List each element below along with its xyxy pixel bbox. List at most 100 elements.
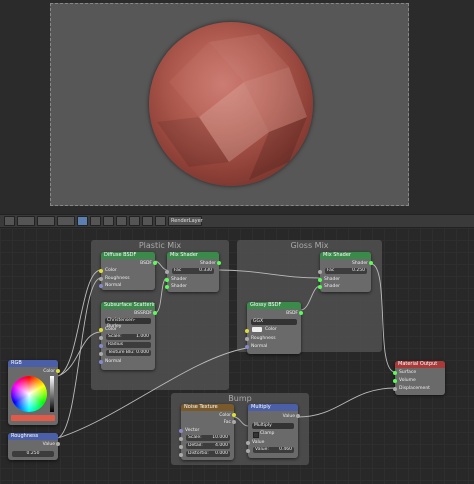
distortion-field[interactable]: Distortio: 0.000 [186, 451, 230, 457]
input-label: Roughness [105, 276, 130, 281]
field-value: 10.000 [212, 435, 228, 440]
render-layer-field[interactable]: RenderLayer [168, 216, 203, 226]
detail-field[interactable]: Detail: 4.000 [186, 443, 230, 449]
input-socket[interactable] [246, 441, 250, 445]
world-icon[interactable] [103, 216, 114, 226]
node-rgb[interactable]: RGB Color [8, 360, 60, 425]
field-label: Detail: [188, 443, 203, 448]
falloff-dropdown[interactable]: Christensen-Burley [105, 318, 151, 329]
fac-label: Fac [174, 268, 182, 273]
input-socket[interactable] [99, 360, 103, 364]
node-noise-texture[interactable]: Noise Texture Color Fac Vector Scale: 10.… [179, 404, 236, 460]
input-socket[interactable] [99, 336, 103, 340]
input-label: Surface [399, 370, 417, 375]
node-header[interactable]: Diffuse BSDF [101, 252, 155, 259]
input-socket[interactable] [179, 437, 183, 441]
output-socket[interactable] [153, 261, 157, 265]
input-socket[interactable] [393, 371, 397, 375]
output-socket[interactable] [232, 413, 236, 417]
clamp-checkbox[interactable] [253, 432, 259, 438]
field-label: Texture Blu: [108, 350, 135, 355]
input-socket[interactable] [393, 387, 397, 391]
node-header[interactable]: Glossy BSDF [247, 302, 301, 309]
color-preview[interactable] [11, 415, 55, 421]
node-header[interactable]: Roughness [8, 433, 58, 440]
value-field[interactable]: 0.250 [12, 451, 54, 457]
input-label: Normal [251, 344, 268, 349]
select-menu-button[interactable] [37, 216, 55, 226]
node-header[interactable]: Material Output [395, 361, 445, 368]
output-socket[interactable] [153, 311, 157, 315]
input-socket[interactable] [165, 270, 169, 274]
node-editor-header: RenderLayer [0, 214, 474, 228]
input-socket[interactable] [165, 285, 169, 289]
input-label: Vector [185, 428, 200, 433]
input-socket[interactable] [99, 269, 103, 273]
input-socket[interactable] [318, 278, 322, 282]
field-value: 0.000 [215, 451, 228, 456]
distribution-dropdown[interactable]: GGX [251, 319, 297, 325]
input-socket[interactable] [179, 453, 183, 457]
node-diffuse-bsdf[interactable]: Diffuse BSDF BSDF Color Roughness Normal [99, 252, 157, 290]
node-mix-shader-2[interactable]: Mix Shader Shader Fac 0.250 Shader Shader [318, 252, 373, 292]
input-socket[interactable] [245, 337, 249, 341]
scale-field[interactable]: Scale: 1.000 [106, 334, 151, 340]
color-swatch[interactable] [252, 327, 262, 332]
node-subsurface-scattering[interactable]: Subsurface Scattering BSSRDF Christensen… [99, 302, 157, 370]
node-editor-canvas[interactable]: Plastic Mix Gloss Mix Bump Diffuse BSDF … [0, 228, 474, 484]
output-socket[interactable] [232, 420, 236, 424]
fac-field[interactable]: Fac 0.250 [325, 268, 367, 274]
scale-field[interactable]: Scale: 10.000 [186, 435, 230, 441]
node-math-multiply[interactable]: Multiply Value Multiply Clamp Value Valu… [246, 404, 300, 458]
input-socket[interactable] [179, 429, 183, 433]
snap-icon[interactable] [142, 216, 153, 226]
node-header[interactable]: Noise Texture [181, 404, 234, 411]
texture-blur-field[interactable]: Texture Blu: 0.000 [106, 350, 151, 356]
input-socket[interactable] [99, 277, 103, 281]
backdrop-icon[interactable] [129, 216, 140, 226]
use-nodes-checkbox[interactable] [116, 216, 127, 226]
output-socket[interactable] [56, 442, 60, 446]
node-header[interactable]: Mix Shader [320, 252, 371, 259]
input-socket[interactable] [165, 278, 169, 282]
value-field[interactable]: Value: 0.460 [253, 447, 294, 453]
color-wheel[interactable] [11, 376, 47, 412]
node-header[interactable]: RGB [8, 360, 58, 367]
input-socket[interactable] [393, 379, 397, 383]
add-menu-button[interactable] [57, 216, 75, 226]
input-socket[interactable] [246, 449, 250, 453]
input-socket[interactable] [99, 328, 103, 332]
node-roughness-value[interactable]: Roughness Value 0.250 [8, 433, 60, 460]
object-icon[interactable] [90, 216, 101, 226]
input-label: Color [265, 327, 277, 332]
node-material-output[interactable]: Material Output Surface Volume Displacem… [393, 361, 445, 395]
input-socket[interactable] [99, 284, 103, 288]
value-slider[interactable] [50, 376, 54, 412]
input-socket[interactable] [318, 270, 322, 274]
output-socket[interactable] [296, 414, 300, 418]
radius-field[interactable]: Radius [106, 342, 151, 348]
field-value: 0.000 [136, 350, 149, 355]
3d-viewport[interactable] [0, 0, 474, 214]
shader-type-icon[interactable] [77, 216, 88, 226]
input-label: Volume [399, 378, 416, 383]
input-socket[interactable] [318, 285, 322, 289]
output-socket[interactable] [369, 261, 373, 265]
node-glossy-bsdf[interactable]: Glossy BSDF BSDF GGX Color Roughness Nor… [245, 302, 303, 354]
node-mix-shader-1[interactable]: Mix Shader Shader Fac 0.330 Shader Shader [165, 252, 221, 292]
editor-type-icon[interactable] [4, 216, 15, 226]
input-socket[interactable] [179, 445, 183, 449]
input-socket[interactable] [245, 345, 249, 349]
output-socket[interactable] [217, 261, 221, 265]
fac-field[interactable]: Fac 0.330 [172, 268, 214, 274]
view-menu-button[interactable] [17, 216, 35, 226]
output-socket[interactable] [56, 369, 60, 373]
operation-dropdown[interactable]: Multiply [252, 423, 294, 429]
input-socket[interactable] [99, 352, 103, 356]
node-header[interactable]: Mix Shader [167, 252, 219, 259]
input-socket[interactable] [99, 344, 103, 348]
node-header[interactable]: Multiply [248, 404, 298, 411]
output-socket[interactable] [299, 311, 303, 315]
node-header[interactable]: Subsurface Scattering [101, 302, 155, 309]
input-socket[interactable] [245, 329, 249, 333]
